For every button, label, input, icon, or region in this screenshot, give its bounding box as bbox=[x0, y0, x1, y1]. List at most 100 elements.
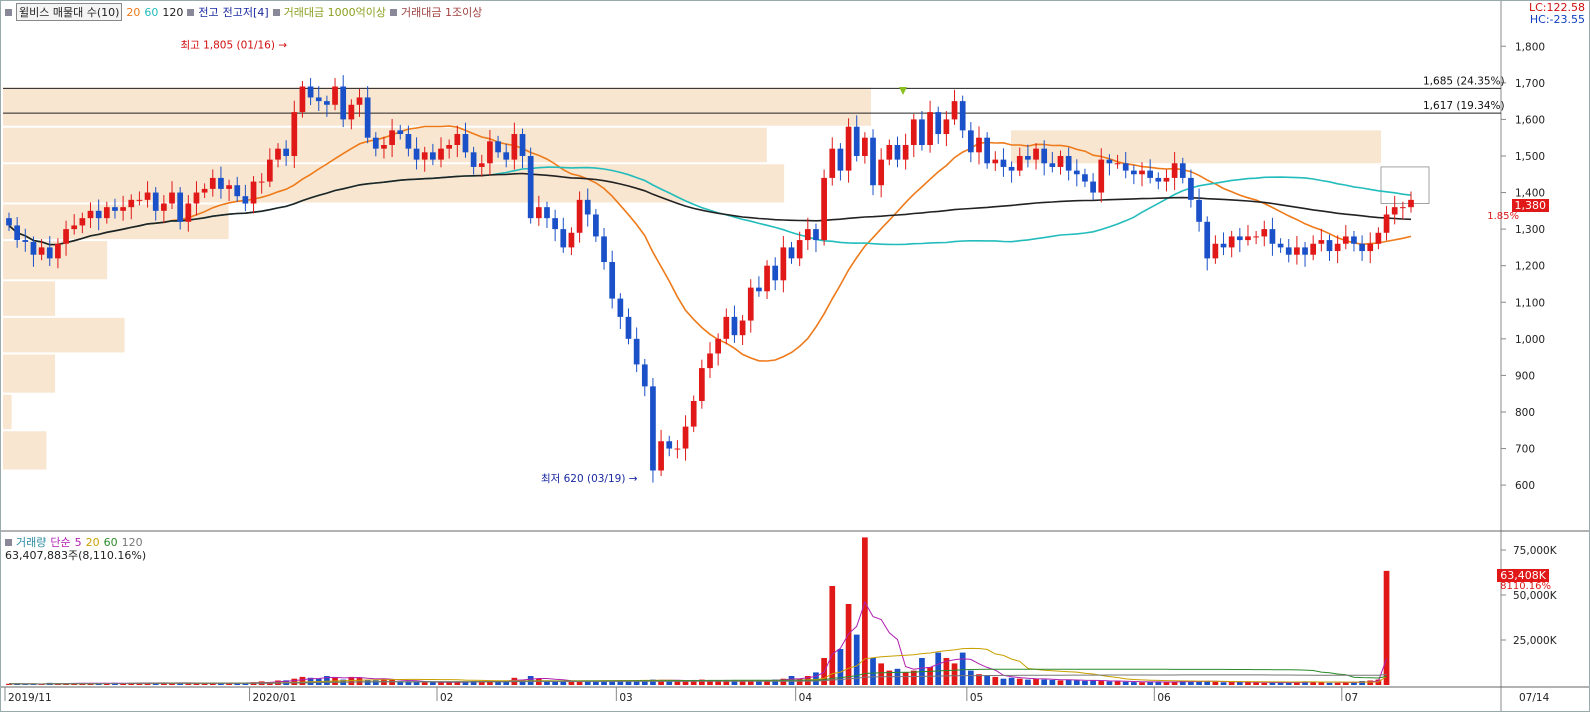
candle-body bbox=[136, 199, 143, 201]
price-volume-chart[interactable]: 600 700 800 900 1,000 1,100 1,200 1,300 1,400 1,5… bbox=[1, 1, 1589, 711]
candle-body bbox=[976, 137, 982, 153]
candle-body bbox=[1016, 155, 1023, 171]
volume-bar bbox=[951, 663, 958, 685]
candle-body bbox=[1049, 163, 1056, 167]
candle-body bbox=[1008, 166, 1015, 171]
candle-body bbox=[487, 141, 493, 164]
candle-body bbox=[413, 148, 420, 160]
candle-body bbox=[266, 159, 273, 182]
candle-body bbox=[902, 145, 909, 160]
candle-body bbox=[103, 207, 110, 219]
volume-bar bbox=[1204, 681, 1211, 685]
candle-body bbox=[1326, 240, 1333, 252]
candle-body bbox=[381, 145, 387, 149]
volume-bar bbox=[1073, 680, 1080, 685]
candle-body bbox=[177, 192, 184, 222]
price-tag-pct: 1.85% bbox=[1487, 211, 1519, 222]
candle-body bbox=[698, 368, 705, 401]
candle-body bbox=[584, 199, 591, 215]
candle-body bbox=[478, 163, 485, 167]
candle-body bbox=[1033, 148, 1039, 160]
candle-body bbox=[739, 320, 746, 336]
candle-body bbox=[927, 112, 933, 145]
chart-window: 윌비스 매물대 수(10) 20 60 120 전고 전고저[4] 거래대금 1… bbox=[0, 0, 1590, 712]
volume-profile-bar bbox=[3, 87, 871, 126]
volume-bar bbox=[421, 682, 428, 685]
candle-body bbox=[1383, 214, 1390, 233]
y-tick-label: 600 bbox=[1515, 480, 1535, 492]
candle-body bbox=[715, 338, 722, 354]
volume-bar bbox=[617, 681, 624, 685]
candle-body bbox=[397, 130, 404, 135]
volume-ma-line bbox=[8, 647, 1387, 685]
candle-body bbox=[862, 137, 868, 156]
volume-bar bbox=[1383, 570, 1390, 685]
volume-profile-bar bbox=[3, 164, 785, 203]
candle-body bbox=[1025, 155, 1031, 160]
candle-body bbox=[1171, 163, 1178, 178]
volume-bar bbox=[1253, 682, 1259, 685]
candle-body bbox=[1073, 170, 1080, 175]
candle-body bbox=[1163, 177, 1170, 182]
candle-body bbox=[1114, 163, 1121, 165]
candle-body bbox=[46, 247, 53, 259]
price-tag-value: 1,380 bbox=[1514, 199, 1547, 212]
low-annotation: 최저 620 (03/19) → bbox=[541, 473, 638, 485]
candle-body bbox=[1179, 163, 1186, 178]
candle-body bbox=[731, 316, 738, 336]
high-annotation: 최고 1,805 (01/16) → bbox=[180, 39, 287, 51]
candle-body bbox=[22, 240, 29, 242]
candle-body bbox=[1261, 229, 1268, 237]
candle-body bbox=[1277, 243, 1284, 248]
candle-body bbox=[984, 137, 990, 164]
candle-body bbox=[1359, 243, 1365, 252]
candle-body bbox=[234, 185, 241, 197]
volume-bar bbox=[413, 682, 420, 685]
volume-bar bbox=[984, 676, 990, 685]
volume-profile-bar bbox=[3, 431, 47, 470]
y-tick-label: 1,300 bbox=[1515, 224, 1545, 236]
volume-bar bbox=[372, 680, 379, 685]
candle-body bbox=[511, 134, 518, 160]
volume-bar bbox=[1228, 682, 1235, 685]
y-tick-label: 1,400 bbox=[1515, 188, 1545, 200]
candle-body bbox=[144, 192, 151, 200]
volume-bar bbox=[1000, 678, 1007, 685]
candle-body bbox=[258, 181, 265, 183]
candle-body bbox=[340, 86, 347, 120]
candle-body bbox=[1212, 243, 1219, 259]
volume-bar bbox=[1057, 680, 1064, 685]
candle-body bbox=[364, 97, 371, 138]
candle-body bbox=[226, 185, 232, 189]
x-right-label: 07/14 bbox=[1519, 692, 1550, 704]
candle-body bbox=[1196, 199, 1202, 222]
volume-bar bbox=[1041, 679, 1048, 685]
volume-bar bbox=[356, 677, 363, 685]
volume-bar bbox=[682, 681, 689, 685]
candle-body bbox=[405, 134, 412, 149]
volume-ma-line bbox=[8, 600, 1387, 685]
candle-body bbox=[389, 130, 395, 145]
volume-bar bbox=[902, 672, 909, 685]
candle-body bbox=[218, 177, 224, 189]
candle-body bbox=[1285, 247, 1292, 255]
candle-body bbox=[55, 243, 61, 259]
candle-body bbox=[209, 177, 216, 189]
volume-profile-bar bbox=[1380, 166, 1430, 204]
candle-body bbox=[707, 353, 713, 369]
candle-body bbox=[120, 207, 126, 211]
candle-body bbox=[870, 137, 876, 186]
candle-body bbox=[764, 265, 770, 292]
candle-body bbox=[87, 210, 94, 219]
candle-body bbox=[71, 225, 78, 230]
y-tick-label: 1,000 bbox=[1515, 334, 1545, 346]
volume-bar bbox=[1326, 682, 1333, 685]
volume-bar bbox=[959, 652, 966, 685]
volume-bar bbox=[1090, 680, 1096, 685]
candle-body bbox=[1000, 159, 1007, 167]
y-tick-label: 1,700 bbox=[1515, 78, 1545, 90]
candle-body bbox=[128, 199, 135, 208]
volume-bar bbox=[1033, 678, 1039, 685]
candle-body bbox=[666, 441, 673, 449]
candle-body bbox=[886, 145, 893, 160]
